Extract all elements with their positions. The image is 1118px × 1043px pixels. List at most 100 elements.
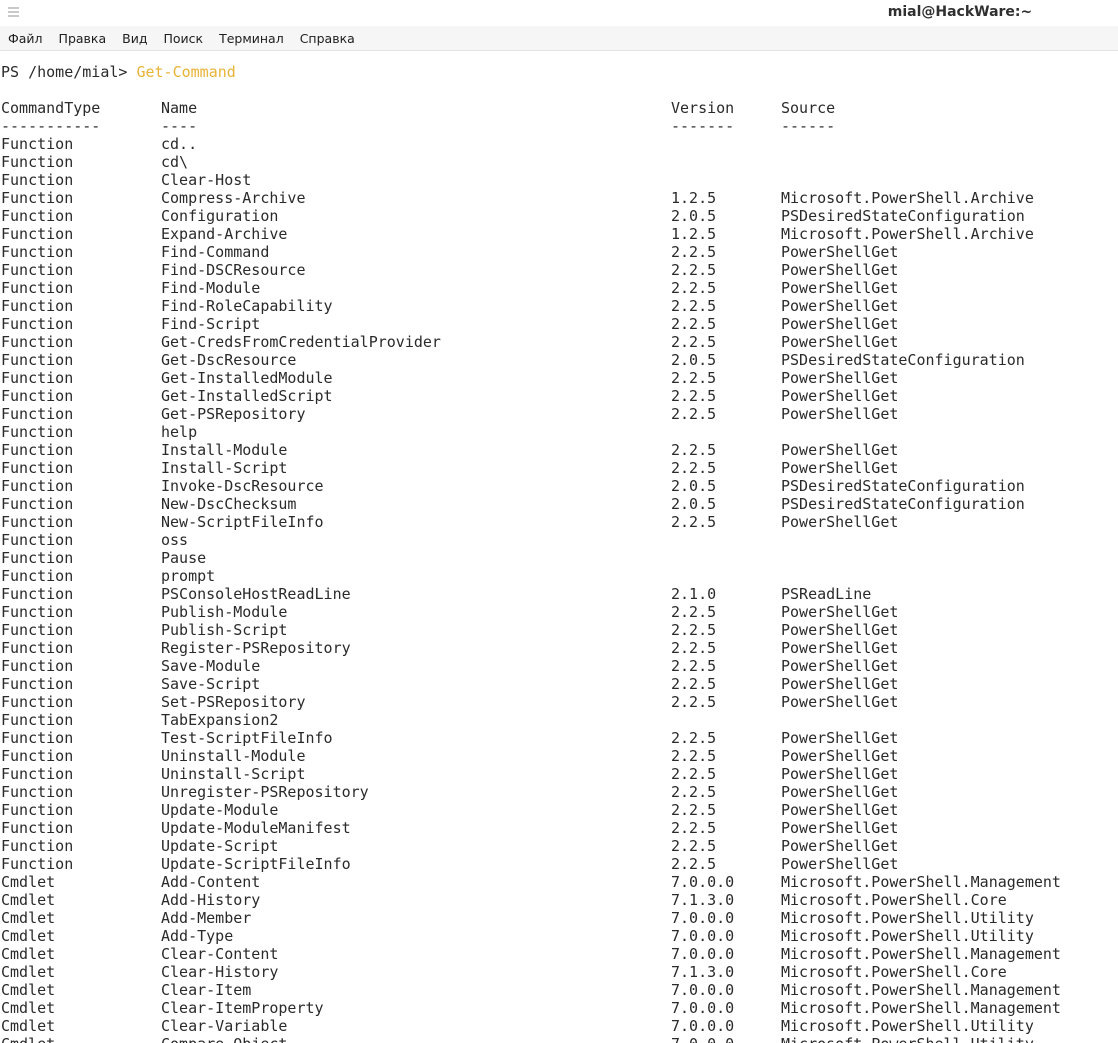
- prompt-line: PS /home/mial> Get-Command: [1, 63, 236, 81]
- cell-version: 2.2.5: [671, 855, 717, 873]
- cell-commandtype: Function: [1, 207, 74, 225]
- cell-source: PowerShellGet: [781, 459, 899, 477]
- cell-version: 2.2.5: [671, 801, 717, 819]
- menu-view[interactable]: Вид: [114, 31, 155, 46]
- cell-name: Save-Script: [161, 675, 261, 693]
- header-version: Version: [671, 99, 735, 117]
- cell-version: 7.0.0.0: [671, 999, 735, 1017]
- cell-commandtype: Function: [1, 801, 74, 819]
- cell-commandtype: Function: [1, 855, 74, 873]
- cell-source: PowerShellGet: [781, 441, 899, 459]
- separator-source: ------: [781, 117, 836, 135]
- cell-version: 2.2.5: [671, 459, 717, 477]
- prompt-text: PS /home/mial>: [1, 63, 137, 81]
- cell-version: 2.2.5: [671, 513, 717, 531]
- cell-version: 7.0.0.0: [671, 981, 735, 999]
- cell-commandtype: Function: [1, 315, 74, 333]
- cell-version: 2.2.5: [671, 747, 717, 765]
- cell-name: Expand-Archive: [161, 225, 288, 243]
- cell-version: 2.2.5: [671, 837, 717, 855]
- header-commandtype: CommandType: [1, 99, 101, 117]
- cell-name: Invoke-DscResource: [161, 477, 324, 495]
- cell-name: Compress-Archive: [161, 189, 306, 207]
- menu-terminal[interactable]: Терминал: [211, 31, 292, 46]
- cell-name: Get-InstalledModule: [161, 369, 333, 387]
- cell-version: 2.2.5: [671, 261, 717, 279]
- menu-edit[interactable]: Правка: [51, 31, 115, 46]
- table-row: Cmdlet Clear-Item 7.0.0.0 Microsoft.PowerSh…: [1, 981, 1111, 999]
- table-row: Function Publish-Module 2.2.5 PowerShellGet: [1, 603, 1111, 621]
- cell-name: Update-ModuleManifest: [161, 819, 351, 837]
- cell-version: 2.2.5: [671, 729, 717, 747]
- cell-version: 2.2.5: [671, 603, 717, 621]
- table-separator-row: ----------- ---- ------- ------: [1, 117, 1111, 135]
- cell-commandtype: Function: [1, 135, 74, 153]
- cell-source: Microsoft.PowerShell.Utility: [781, 1035, 1034, 1043]
- cell-version: 2.2.5: [671, 693, 717, 711]
- cell-commandtype: Cmdlet: [1, 945, 56, 963]
- cell-source: PowerShellGet: [781, 333, 899, 351]
- cell-name: Register-PSRepository: [161, 639, 351, 657]
- table-row: Function TabExpansion2: [1, 711, 1111, 729]
- cell-commandtype: Function: [1, 513, 74, 531]
- cell-commandtype: Cmdlet: [1, 999, 56, 1017]
- cell-commandtype: Function: [1, 639, 74, 657]
- table-row: Function Pause: [1, 549, 1111, 567]
- cell-commandtype: Function: [1, 549, 74, 567]
- cell-name: Add-Type: [161, 927, 234, 945]
- cell-source: PSDesiredStateConfiguration: [781, 207, 1025, 225]
- cell-commandtype: Function: [1, 693, 74, 711]
- cell-version: 2.2.5: [671, 297, 717, 315]
- cell-source: PowerShellGet: [781, 261, 899, 279]
- cell-name: Find-Script: [161, 315, 261, 333]
- cell-source: PowerShellGet: [781, 657, 899, 675]
- cell-commandtype: Function: [1, 585, 74, 603]
- table-row: Cmdlet Clear-ItemProperty 7.0.0.0 Microsoft…: [1, 999, 1111, 1017]
- menu-help[interactable]: Справка: [292, 31, 363, 46]
- cell-commandtype: Cmdlet: [1, 909, 56, 927]
- menu-file[interactable]: Файл: [0, 31, 51, 46]
- table-row: Function Find-Module 2.2.5 PowerShellGet: [1, 279, 1111, 297]
- cell-source: Microsoft.PowerShell.Archive: [781, 189, 1034, 207]
- table-row: Function Uninstall-Module 2.2.5 PowerShellG…: [1, 747, 1111, 765]
- cell-source: PowerShellGet: [781, 639, 899, 657]
- table-row: Cmdlet Clear-Content 7.0.0.0 Microsoft.Powe…: [1, 945, 1111, 963]
- cell-source: PowerShellGet: [781, 693, 899, 711]
- cell-version: 2.2.5: [671, 405, 717, 423]
- cell-commandtype: Function: [1, 495, 74, 513]
- cell-name: prompt: [161, 567, 216, 585]
- cell-commandtype: Function: [1, 459, 74, 477]
- separator-name: ----: [161, 117, 198, 135]
- cell-version: 2.0.5: [671, 207, 717, 225]
- cell-source: Microsoft.PowerShell.Utility: [781, 1017, 1034, 1035]
- cell-source: PowerShellGet: [781, 675, 899, 693]
- cell-name: Uninstall-Module: [161, 747, 306, 765]
- hamburger-menu-icon[interactable]: [8, 7, 19, 19]
- cell-source: PSDesiredStateConfiguration: [781, 477, 1025, 495]
- window-title: mial@HackWare:~: [887, 4, 1033, 20]
- cell-name: Publish-Script: [161, 621, 288, 639]
- terminal-output[interactable]: PS /home/mial> Get-Command CommandType N…: [0, 51, 1118, 1043]
- table-row: Function Install-Module 2.2.5 PowerShellGet: [1, 441, 1111, 459]
- cell-commandtype: Function: [1, 333, 74, 351]
- cell-commandtype: Function: [1, 657, 74, 675]
- cell-source: PowerShellGet: [781, 369, 899, 387]
- cell-source: PowerShellGet: [781, 765, 899, 783]
- cell-commandtype: Function: [1, 279, 74, 297]
- table-row: Function Configuration 2.0.5 PSDesiredState…: [1, 207, 1111, 225]
- cell-source: PowerShellGet: [781, 387, 899, 405]
- cell-commandtype: Function: [1, 675, 74, 693]
- menu-search[interactable]: Поиск: [155, 31, 211, 46]
- cell-name: cd\: [161, 153, 189, 171]
- cell-source: Microsoft.PowerShell.Management: [781, 945, 1061, 963]
- cell-commandtype: Cmdlet: [1, 1017, 56, 1035]
- cell-version: 2.2.5: [671, 243, 717, 261]
- cell-name: Update-Script: [161, 837, 279, 855]
- cell-source: PowerShellGet: [781, 837, 899, 855]
- cell-source: Microsoft.PowerShell.Core: [781, 891, 1007, 909]
- cell-name: Test-ScriptFileInfo: [161, 729, 333, 747]
- cell-version: 2.2.5: [671, 819, 717, 837]
- cell-name: Clear-Content: [161, 945, 279, 963]
- table-row: Function cd\: [1, 153, 1111, 171]
- cell-commandtype: Function: [1, 819, 74, 837]
